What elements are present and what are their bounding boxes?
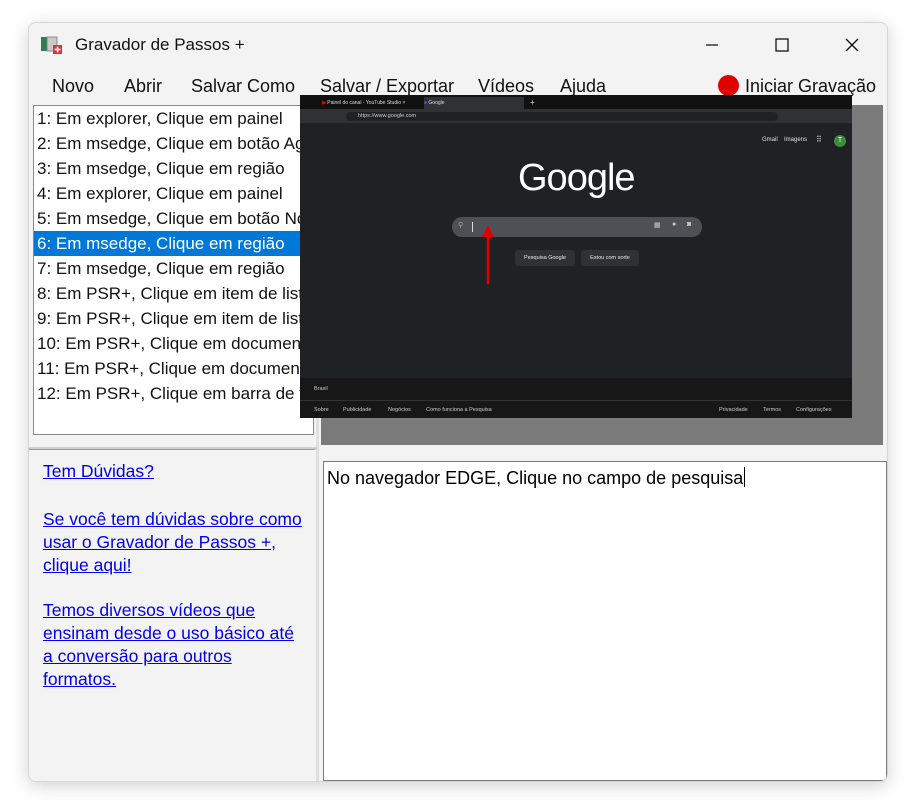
gmail-link: Gmail bbox=[762, 137, 778, 143]
step-list-item[interactable]: 2: Em msedge, Clique em botão Ag bbox=[34, 131, 313, 156]
step-description-text: No navegador EDGE, Clique no campo de pe… bbox=[327, 467, 746, 488]
window-title: Gravador de Passos + bbox=[75, 35, 245, 54]
help-usage-link[interactable]: Se você tem dúvidas sobre como usar o Gr… bbox=[43, 508, 303, 577]
footer-link: Privacidade bbox=[719, 407, 748, 413]
menu-abrir[interactable]: Abrir bbox=[124, 76, 162, 97]
menu-salvar-exportar[interactable]: Salvar / Exportar bbox=[320, 76, 454, 97]
footer-link: Como funciona a Pesquisa bbox=[426, 407, 492, 413]
minimize-icon bbox=[706, 44, 718, 46]
footer-link: Publicidade bbox=[343, 407, 372, 413]
step-list-item[interactable]: 1: Em explorer, Clique em painel bbox=[34, 106, 313, 131]
footer-link: Configurações bbox=[796, 407, 832, 413]
steps-list[interactable]: 1: Em explorer, Clique em painel 2: Em ms… bbox=[33, 105, 314, 435]
close-button[interactable] bbox=[817, 23, 887, 67]
title-bar: Gravador de Passos + bbox=[29, 23, 887, 67]
apps-grid-icon: ⠿ bbox=[816, 135, 822, 144]
country-label: Brasil bbox=[314, 386, 328, 392]
browser-tab-strip: ▶ Painel do canal - YouTube Studio × ● G… bbox=[300, 95, 852, 109]
google-search-button: Pesquisa Google bbox=[515, 250, 575, 266]
step-list-item[interactable]: 10: Em PSR+, Clique em document bbox=[34, 331, 313, 356]
app-logo-icon bbox=[41, 36, 62, 54]
google-logo: Google bbox=[518, 157, 636, 199]
maximize-button[interactable] bbox=[747, 23, 817, 67]
maximize-icon bbox=[775, 38, 789, 52]
step-list-item[interactable]: 7: Em msedge, Clique em região bbox=[34, 256, 313, 281]
step-list-item[interactable]: 6: Em msedge, Clique em região bbox=[34, 231, 313, 256]
mic-icon: ● bbox=[672, 221, 677, 228]
menu-salvar-como[interactable]: Salvar Como bbox=[191, 76, 295, 97]
record-icon[interactable] bbox=[718, 75, 739, 96]
menu-videos[interactable]: Vídeos bbox=[478, 76, 534, 97]
browser-footer-country: Brasil bbox=[300, 378, 852, 400]
browser-url: https://www.google.com bbox=[346, 112, 778, 121]
footer-link: Sobre bbox=[314, 407, 329, 413]
step-list-item[interactable]: 11: Em PSR+, Clique em document bbox=[34, 356, 313, 381]
search-caret bbox=[472, 222, 473, 232]
close-icon bbox=[845, 38, 859, 52]
step-list-item[interactable]: 3: Em msedge, Clique em região bbox=[34, 156, 313, 181]
step-list-item[interactable]: 8: Em PSR+, Clique em item de lista bbox=[34, 281, 313, 306]
browser-footer-links: Sobre Publicidade Negócios Como funciona a … bbox=[300, 400, 852, 418]
google-favicon-icon: ● bbox=[424, 100, 428, 106]
footer-link: Termos bbox=[763, 407, 782, 413]
youtube-icon: ▶ bbox=[322, 100, 326, 106]
keyboard-icon: ▦ bbox=[654, 222, 661, 229]
new-tab-icon: + bbox=[530, 98, 535, 107]
search-icon: ⚲ bbox=[458, 222, 464, 229]
browser-tab-google: ● Google bbox=[424, 97, 524, 109]
red-arrow-icon bbox=[482, 225, 494, 284]
feeling-lucky-button: Estou com sorte bbox=[581, 250, 639, 266]
footer-link: Negócios bbox=[388, 407, 411, 413]
step-list-item[interactable]: 12: Em PSR+, Clique em barra de ti bbox=[34, 381, 313, 406]
help-panel: Tem Dúvidas? Se você tem dúvidas sobre c… bbox=[29, 449, 315, 781]
captured-browser-image: ▶ Painel do canal - YouTube Studio × ● G… bbox=[300, 95, 852, 418]
browser-address-bar: https://www.google.com bbox=[300, 109, 852, 123]
help-title-link[interactable]: Tem Dúvidas? bbox=[43, 460, 303, 483]
menu-ajuda[interactable]: Ajuda bbox=[560, 76, 606, 97]
images-link: Imagens bbox=[784, 137, 808, 143]
browser-tab-youtube: ▶ Painel do canal - YouTube Studio × bbox=[322, 100, 406, 106]
minimize-button[interactable] bbox=[677, 23, 747, 67]
step-list-item[interactable]: 4: Em explorer, Clique em painel bbox=[34, 181, 313, 206]
step-description-textarea[interactable]: No navegador EDGE, Clique no campo de pe… bbox=[323, 461, 887, 781]
camera-icon: ◙ bbox=[687, 221, 692, 228]
text-caret bbox=[744, 467, 746, 487]
menu-novo[interactable]: Novo bbox=[52, 76, 94, 97]
profile-avatar: T bbox=[834, 135, 846, 147]
help-videos-link[interactable]: Temos diversos vídeos que ensinam desde … bbox=[43, 599, 303, 691]
step-list-item[interactable]: 5: Em msedge, Clique em botão Nc bbox=[34, 206, 313, 231]
start-recording-button[interactable]: Iniciar Gravação bbox=[745, 76, 876, 97]
step-list-item[interactable]: 9: Em PSR+, Clique em item de lista bbox=[34, 306, 313, 331]
